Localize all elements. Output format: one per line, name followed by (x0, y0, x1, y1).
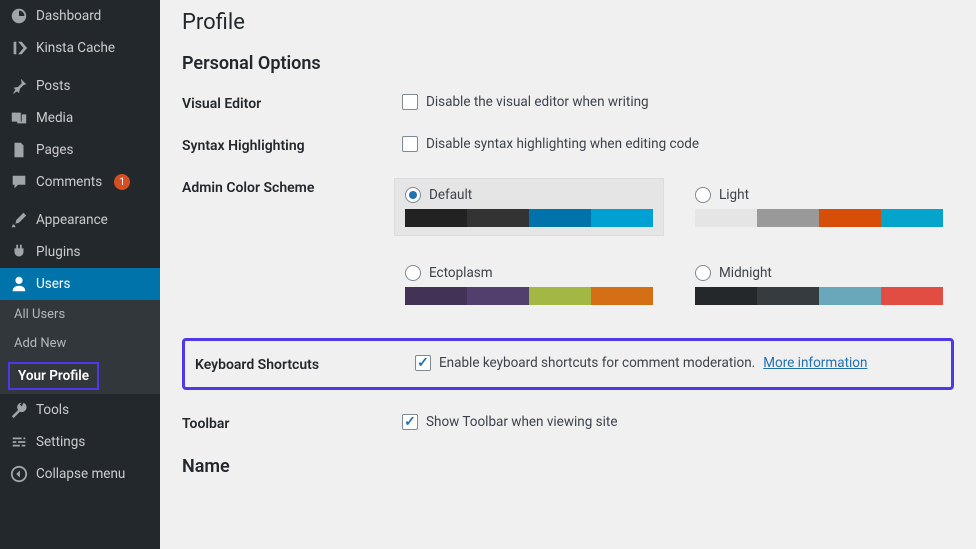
color-scheme-name: Light (719, 187, 749, 203)
color-swatch (819, 287, 881, 305)
sidebar-subitem-all-users[interactable]: All Users (0, 300, 160, 329)
sidebar-subitem-your-profile[interactable]: Your Profile (8, 362, 99, 390)
sidebar-item-users[interactable]: Users (0, 268, 160, 300)
color-scheme-radio[interactable] (695, 265, 711, 281)
color-swatch (757, 209, 819, 227)
main-content: Profile Personal Options Visual Editor D… (160, 0, 976, 549)
plug-icon (10, 243, 28, 261)
admin-sidebar: Dashboard Kinsta Cache Posts Media Pages… (0, 0, 160, 549)
color-swatch (529, 287, 591, 305)
syntax-text: Disable syntax highlighting when editing… (426, 136, 699, 152)
color-swatch (591, 287, 653, 305)
color-scheme-name: Midnight (719, 265, 772, 281)
sidebar-item-settings[interactable]: Settings (0, 426, 160, 458)
collapse-icon (10, 465, 28, 483)
color-swatch (467, 209, 529, 227)
pin-icon (10, 77, 28, 95)
row-keyboard-shortcuts: Keyboard Shortcuts Enable keyboard short… (195, 355, 941, 373)
color-scheme-option[interactable]: Light (684, 178, 954, 236)
row-syntax-highlighting: Syntax Highlighting Disable syntax highl… (182, 136, 954, 154)
comments-badge: 1 (114, 174, 130, 190)
page-title: Profile (182, 10, 954, 35)
sidebar-item-label: Appearance (36, 212, 108, 228)
color-swatch (695, 209, 757, 227)
sidebar-item-label: Tools (36, 402, 69, 418)
sidebar-item-posts[interactable]: Posts (0, 70, 160, 102)
section-name: Name (182, 456, 954, 477)
sidebar-item-label: Kinsta Cache (36, 40, 115, 56)
toolbar-text: Show Toolbar when viewing site (426, 414, 617, 430)
color-swatch-row (695, 209, 943, 227)
color-scheme-name: Default (429, 187, 472, 203)
row-toolbar: Toolbar Show Toolbar when viewing site (182, 414, 954, 432)
color-swatch (881, 287, 943, 305)
comment-icon (10, 173, 28, 191)
brush-icon (10, 211, 28, 229)
visual-editor-checkbox[interactable] (402, 94, 418, 110)
dashboard-icon (10, 7, 28, 25)
sidebar-item-label: Dashboard (36, 8, 101, 24)
sidebar-item-label: Settings (36, 434, 85, 450)
section-personal-options: Personal Options (182, 53, 954, 74)
color-swatch (881, 209, 943, 227)
keyboard-more-info-link[interactable]: More information (763, 355, 867, 371)
color-schemes-grid: Default Light Ectoplasm Midnight (394, 178, 954, 314)
color-swatch (467, 287, 529, 305)
sidebar-item-collapse[interactable]: Collapse menu (0, 458, 160, 490)
sidebar-item-label: Media (36, 110, 73, 126)
color-swatch (695, 287, 757, 305)
sidebar-subitem-add-new[interactable]: Add New (0, 329, 160, 358)
color-swatch (405, 209, 467, 227)
sidebar-item-kinsta[interactable]: Kinsta Cache (0, 32, 160, 64)
sidebar-item-media[interactable]: Media (0, 102, 160, 134)
page-icon (10, 141, 28, 159)
color-swatch-row (405, 287, 653, 305)
keyboard-shortcuts-highlight: Keyboard Shortcuts Enable keyboard short… (182, 338, 954, 390)
sidebar-item-label: Collapse menu (36, 466, 125, 482)
sidebar-item-comments[interactable]: Comments 1 (0, 166, 160, 198)
sliders-icon (10, 433, 28, 451)
color-swatch (405, 287, 467, 305)
keyboard-text: Enable keyboard shortcuts for comment mo… (439, 355, 755, 371)
color-scheme-option[interactable]: Default (394, 178, 664, 236)
color-swatch (757, 287, 819, 305)
kinsta-icon (10, 39, 28, 57)
row-visual-editor: Visual Editor Disable the visual editor … (182, 94, 954, 112)
sidebar-item-appearance[interactable]: Appearance (0, 204, 160, 236)
sidebar-item-plugins[interactable]: Plugins (0, 236, 160, 268)
color-swatch-row (695, 287, 943, 305)
color-swatch (819, 209, 881, 227)
visual-editor-text: Disable the visual editor when writing (426, 94, 649, 110)
toolbar-checkbox[interactable] (402, 414, 418, 430)
users-submenu: All Users Add New Your Profile (0, 300, 160, 394)
sidebar-item-pages[interactable]: Pages (0, 134, 160, 166)
color-scheme-radio[interactable] (695, 187, 711, 203)
keyboard-label: Keyboard Shortcuts (195, 355, 415, 373)
color-scheme-name: Ectoplasm (429, 265, 493, 281)
sidebar-item-label: Posts (36, 78, 70, 94)
color-scheme-radio[interactable] (405, 187, 421, 203)
color-scheme-radio[interactable] (405, 265, 421, 281)
sidebar-item-label: Plugins (36, 244, 81, 260)
wrench-icon (10, 401, 28, 419)
row-color-scheme: Admin Color Scheme Default Light Ectoplasm… (182, 178, 954, 314)
syntax-checkbox[interactable] (402, 136, 418, 152)
color-swatch (529, 209, 591, 227)
sidebar-item-label: Pages (36, 142, 74, 158)
user-icon (10, 275, 28, 293)
media-icon (10, 109, 28, 127)
sidebar-item-label: Users (36, 276, 70, 292)
color-scheme-option[interactable]: Ectoplasm (394, 256, 664, 314)
visual-editor-label: Visual Editor (182, 94, 402, 112)
syntax-label: Syntax Highlighting (182, 136, 402, 154)
color-scheme-option[interactable]: Midnight (684, 256, 954, 314)
sidebar-item-dashboard[interactable]: Dashboard (0, 0, 160, 32)
toolbar-label: Toolbar (182, 414, 402, 432)
sidebar-item-label: Comments (36, 174, 102, 190)
sidebar-item-tools[interactable]: Tools (0, 394, 160, 426)
keyboard-checkbox[interactable] (415, 355, 431, 371)
color-swatch-row (405, 209, 653, 227)
color-scheme-label: Admin Color Scheme (182, 178, 394, 196)
color-swatch (591, 209, 653, 227)
